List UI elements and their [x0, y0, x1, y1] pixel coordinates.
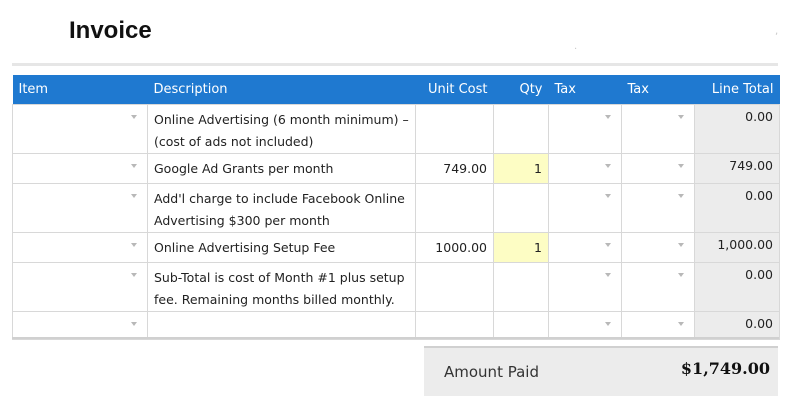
tax2-select[interactable]: [621, 311, 695, 340]
table-header: Item Description Unit Cost Qty Tax Tax L…: [12, 75, 780, 105]
chevron-down-icon: [678, 115, 684, 119]
description-field[interactable]: Online Advertising (6 month minimum) – (c…: [147, 104, 416, 154]
chevron-down-icon: [131, 164, 137, 168]
item-select[interactable]: [12, 232, 148, 263]
col-description: Description: [147, 75, 416, 105]
item-select[interactable]: [12, 262, 148, 312]
chevron-down-icon: [678, 164, 684, 168]
col-unit-cost: Unit Cost: [415, 75, 494, 105]
item-select[interactable]: [12, 311, 148, 340]
chevron-down-icon: [131, 322, 137, 326]
table-row: Google Ad Grants per month 749.00 1 749.…: [12, 153, 780, 184]
item-select[interactable]: [12, 104, 148, 154]
qty-field[interactable]: 1: [493, 153, 549, 184]
table-row: Online Advertising (6 month minimum) – (c…: [12, 104, 780, 154]
line-total: 0.00: [694, 311, 780, 340]
description-line: fee. Remaining months billed monthly.: [154, 292, 395, 307]
chevron-down-icon: [605, 243, 611, 247]
tax2-select[interactable]: [621, 104, 695, 154]
col-line-total: Line Total: [694, 75, 780, 105]
line-total: 1,000.00: [694, 232, 780, 263]
tax1-select[interactable]: [548, 311, 622, 340]
chevron-down-icon: [678, 194, 684, 198]
divider: [12, 63, 778, 66]
description-field[interactable]: Add'l charge to include Facebook Online A…: [147, 183, 416, 233]
unit-cost-field[interactable]: [415, 311, 494, 340]
chevron-down-icon: [605, 194, 611, 198]
line-total: 0.00: [694, 262, 780, 312]
chevron-down-icon: [605, 164, 611, 168]
item-select[interactable]: [12, 183, 148, 233]
unit-cost-field[interactable]: [415, 183, 494, 233]
table-row: Add'l charge to include Facebook Online A…: [12, 183, 780, 233]
table-row: Sub-Total is cost of Month #1 plus setup…: [12, 262, 780, 312]
col-qty: Qty: [493, 75, 549, 105]
description-field[interactable]: Sub-Total is cost of Month #1 plus setup…: [147, 262, 416, 312]
chevron-down-icon: [131, 273, 137, 277]
unit-cost-field[interactable]: 749.00: [415, 153, 494, 184]
chevron-down-icon: [605, 322, 611, 326]
col-item: Item: [12, 75, 148, 105]
qty-field[interactable]: [493, 262, 549, 312]
unit-cost-field[interactable]: [415, 262, 494, 312]
line-total: 0.00: [694, 183, 780, 233]
tax2-select[interactable]: [621, 262, 695, 312]
chevron-down-icon: [605, 273, 611, 277]
tax2-select[interactable]: [621, 153, 695, 184]
chevron-down-icon: [131, 115, 137, 119]
chevron-down-icon: [678, 322, 684, 326]
col-tax: Tax: [621, 75, 695, 105]
description-line: Google Ad Grants per month: [154, 161, 334, 176]
divider: [12, 337, 779, 339]
chevron-down-icon: [678, 273, 684, 277]
amount-paid-label: Amount Paid: [444, 363, 539, 381]
line-total: 749.00: [694, 153, 780, 184]
chevron-down-icon: [678, 243, 684, 247]
col-tax: Tax: [548, 75, 622, 105]
tax2-select[interactable]: [621, 183, 695, 233]
amount-paid-box: Amount Paid $1,749.00: [424, 346, 778, 396]
qty-field[interactable]: [493, 104, 549, 154]
description-line: (cost of ads not included): [154, 134, 314, 149]
description-line: Sub-Total is cost of Month #1 plus setup: [154, 270, 405, 285]
description-line: Online Advertising Setup Fee: [154, 240, 336, 255]
qty-field[interactable]: [493, 183, 549, 233]
item-select[interactable]: [12, 153, 148, 184]
qty-field[interactable]: [493, 311, 549, 340]
page-title: Invoice: [69, 17, 152, 44]
line-total: 0.00: [694, 104, 780, 154]
qty-field[interactable]: 1: [493, 232, 549, 263]
tax2-select[interactable]: [621, 232, 695, 263]
table-row: 0.00: [12, 311, 780, 340]
unit-cost-field[interactable]: 1000.00: [415, 232, 494, 263]
amount-paid-value: $1,749.00: [680, 359, 770, 378]
description-line: Online Advertising (6 month minimum) –: [154, 112, 409, 127]
description-line: Advertising $300 per month: [154, 213, 330, 228]
table-row: Online Advertising Setup Fee 1000.00 1 1…: [12, 232, 780, 263]
tax1-select[interactable]: [548, 232, 622, 263]
decorative-mark: ·: [574, 44, 578, 55]
tax1-select[interactable]: [548, 153, 622, 184]
description-line: Add'l charge to include Facebook Online: [154, 191, 405, 206]
invoice-table: Item Description Unit Cost Qty Tax Tax L…: [12, 75, 780, 340]
description-field[interactable]: Google Ad Grants per month: [147, 153, 416, 184]
unit-cost-field[interactable]: [415, 104, 494, 154]
chevron-down-icon: [131, 243, 137, 247]
tax1-select[interactable]: [548, 104, 622, 154]
description-field[interactable]: [147, 311, 416, 340]
chevron-down-icon: [605, 115, 611, 119]
description-field[interactable]: Online Advertising Setup Fee: [147, 232, 416, 263]
decorative-mark: ,: [775, 26, 779, 37]
tax1-select[interactable]: [548, 183, 622, 233]
tax1-select[interactable]: [548, 262, 622, 312]
chevron-down-icon: [131, 194, 137, 198]
